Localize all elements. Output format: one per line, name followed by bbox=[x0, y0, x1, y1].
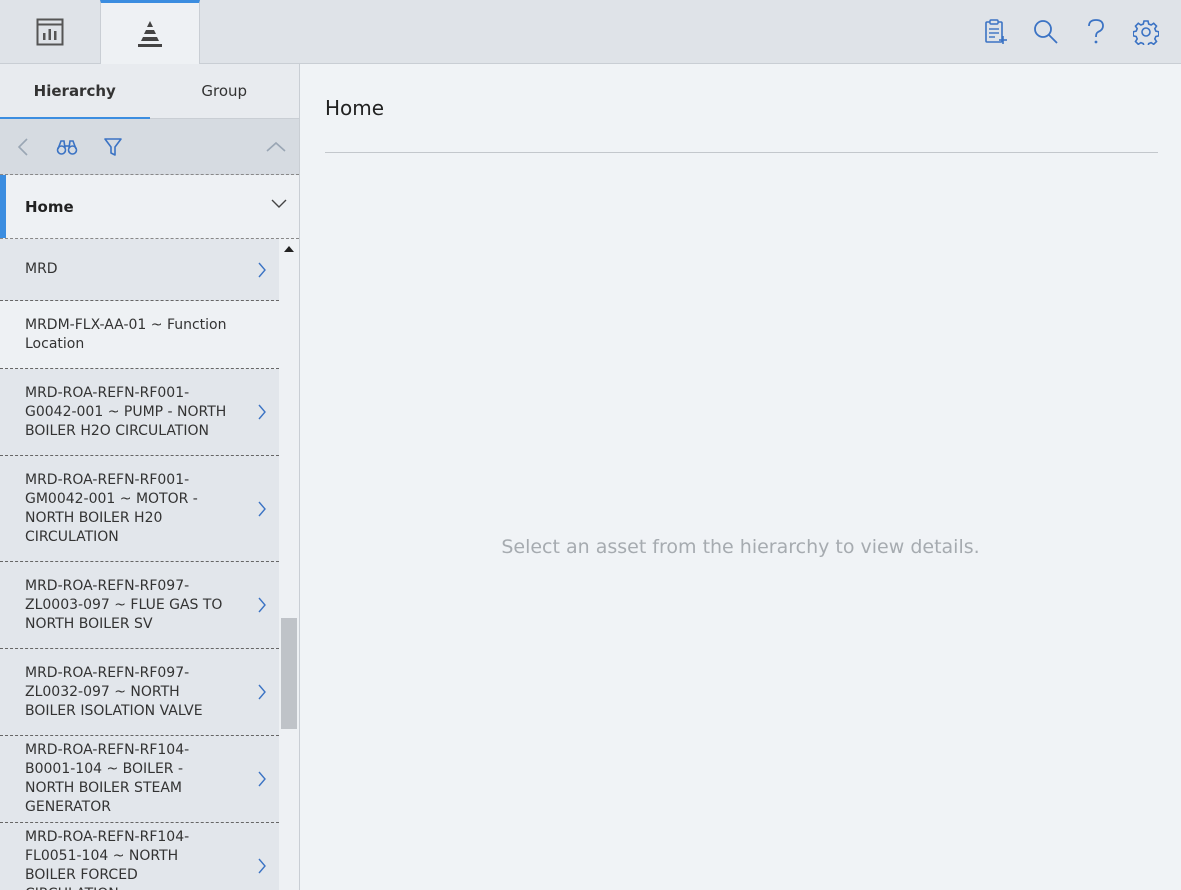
hierarchy-list: MRD MRDM-FLX-AA-01 ~ Function Location M… bbox=[0, 239, 279, 890]
hierarchy-toolbar bbox=[0, 119, 299, 175]
dashboard-icon bbox=[36, 18, 64, 46]
scroll-up-arrow[interactable] bbox=[284, 246, 294, 252]
find-button[interactable] bbox=[54, 133, 80, 161]
chevron-right-icon bbox=[258, 262, 266, 277]
list-item-label: MRD bbox=[25, 261, 58, 277]
chevron-right-icon bbox=[258, 684, 266, 700]
list-item[interactable]: MRD-ROA-REFN-RF104-B0001-104 ~ BOILER - … bbox=[0, 736, 279, 823]
add-queue-button[interactable] bbox=[981, 17, 1011, 47]
list-item[interactable]: MRD-ROA-REFN-RF001-G0042-001 ~ PUMP - NO… bbox=[0, 369, 279, 456]
help-button[interactable] bbox=[1081, 17, 1111, 47]
clipboard-add-icon bbox=[985, 19, 1007, 44]
search-button[interactable] bbox=[1031, 17, 1061, 47]
list-item-label: MRDM-FLX-AA-01 ~ Function Location bbox=[25, 316, 227, 352]
list-item-label: MRD-ROA-REFN-RF001-G0042-001 ~ PUMP - NO… bbox=[25, 384, 227, 439]
tab-dashboard[interactable] bbox=[0, 0, 100, 64]
top-actions bbox=[981, 0, 1161, 64]
list-item[interactable]: MRD bbox=[0, 239, 279, 301]
list-item-label: MRD-ROA-REFN-RF104-FL0051-104 ~ NORTH BO… bbox=[25, 829, 190, 890]
list-item-label: MRD-ROA-REFN-RF001-GM0042-001 ~ MOTOR - … bbox=[25, 471, 198, 545]
list-item[interactable]: MRD-ROA-REFN-RF104-FL0051-104 ~ NORTH BO… bbox=[0, 823, 279, 890]
list-item[interactable]: MRDM-FLX-AA-01 ~ Function Location bbox=[0, 301, 279, 369]
list-item[interactable]: MRD-ROA-REFN-RF097-ZL0003-097 ~ FLUE GAS… bbox=[0, 562, 279, 649]
list-item-label: MRD-ROA-REFN-RF104-B0001-104 ~ BOILER - … bbox=[25, 742, 190, 815]
tab-hierarchy[interactable] bbox=[100, 0, 200, 65]
list-item-label: MRD-ROA-REFN-RF097-ZL0032-097 ~ NORTH BO… bbox=[25, 664, 203, 719]
tab-group-view[interactable]: Group bbox=[150, 64, 300, 118]
page-title: Home bbox=[325, 96, 385, 120]
chevron-up-icon bbox=[266, 141, 286, 152]
hierarchy-home-row[interactable]: Home bbox=[0, 175, 299, 239]
chevron-down-icon bbox=[271, 199, 287, 208]
hierarchy-list-container: MRD MRDM-FLX-AA-01 ~ Function Location M… bbox=[0, 239, 299, 890]
list-item-label: MRD-ROA-REFN-RF097-ZL0003-097 ~ FLUE GAS… bbox=[25, 577, 223, 632]
hierarchy-pyramid-icon bbox=[138, 21, 162, 47]
chevron-right-icon bbox=[258, 597, 266, 613]
list-item[interactable]: MRD-ROA-REFN-RF001-GM0042-001 ~ MOTOR - … bbox=[0, 456, 279, 562]
chevron-left-icon bbox=[17, 138, 28, 156]
back-button[interactable] bbox=[10, 133, 36, 161]
collapse-button[interactable] bbox=[263, 133, 289, 161]
empty-state-message: Select an asset from the hierarchy to vi… bbox=[501, 536, 980, 558]
search-icon bbox=[1034, 20, 1058, 44]
title-divider bbox=[325, 152, 1158, 153]
chevron-right-icon bbox=[258, 771, 266, 787]
filter-button[interactable] bbox=[100, 133, 126, 161]
sidebar-tabs: Hierarchy Group bbox=[0, 64, 299, 119]
chevron-right-icon bbox=[258, 501, 266, 516]
home-label: Home bbox=[25, 197, 74, 216]
scroll-thumb[interactable] bbox=[281, 618, 297, 729]
tab-hierarchy-view[interactable]: Hierarchy bbox=[0, 64, 150, 119]
main-content: Home Select an asset from the hierarchy … bbox=[300, 64, 1181, 890]
binoculars-icon bbox=[56, 140, 78, 155]
top-bar bbox=[0, 0, 1181, 65]
settings-button[interactable] bbox=[1131, 17, 1161, 47]
chevron-right-icon bbox=[258, 858, 266, 874]
gear-icon bbox=[1133, 20, 1159, 45]
filter-icon bbox=[104, 138, 122, 156]
list-item[interactable]: MRD-ROA-REFN-RF097-ZL0032-097 ~ NORTH BO… bbox=[0, 649, 279, 736]
help-icon bbox=[1088, 19, 1104, 44]
chevron-right-icon bbox=[258, 404, 266, 420]
hierarchy-scrollbar[interactable] bbox=[279, 239, 299, 890]
